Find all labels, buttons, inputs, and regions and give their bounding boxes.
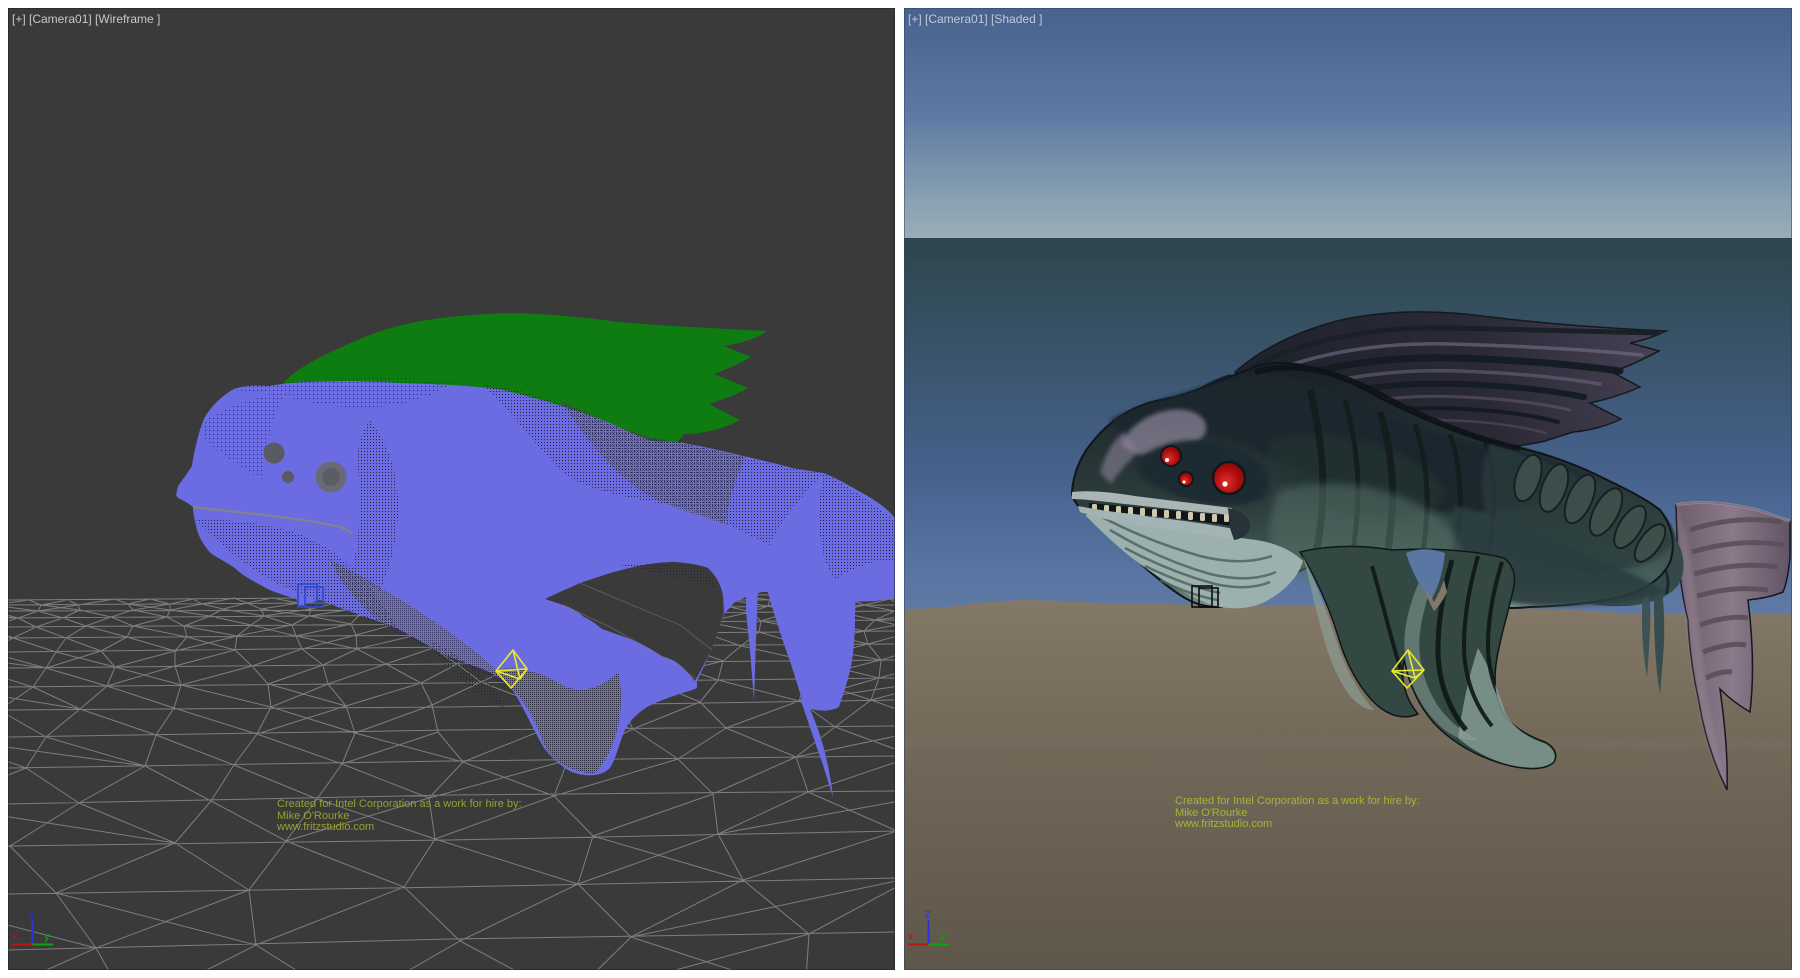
svg-text:www.fritzstudio.com: www.fritzstudio.com [276,821,374,833]
svg-text:[+] [Camera01] [Shaded ]: [+] [Camera01] [Shaded ] [908,12,1042,26]
svg-text:www.fritzstudio.com: www.fritzstudio.com [1174,818,1272,830]
svg-text:Created for Intel Corporation: Created for Intel Corporation as a work … [1175,795,1420,807]
svg-text:z: z [29,908,35,920]
svg-text:Created for Intel Corporation: Created for Intel Corporation as a work … [277,798,522,810]
svg-text:y: y [44,931,50,943]
svg-text:z: z [925,908,931,920]
svg-text:x: x [908,931,914,943]
svg-text:y: y [940,931,946,943]
svg-text:[+] [Camera01] [Wireframe ]: [+] [Camera01] [Wireframe ] [12,12,160,26]
svg-text:x: x [12,931,18,943]
